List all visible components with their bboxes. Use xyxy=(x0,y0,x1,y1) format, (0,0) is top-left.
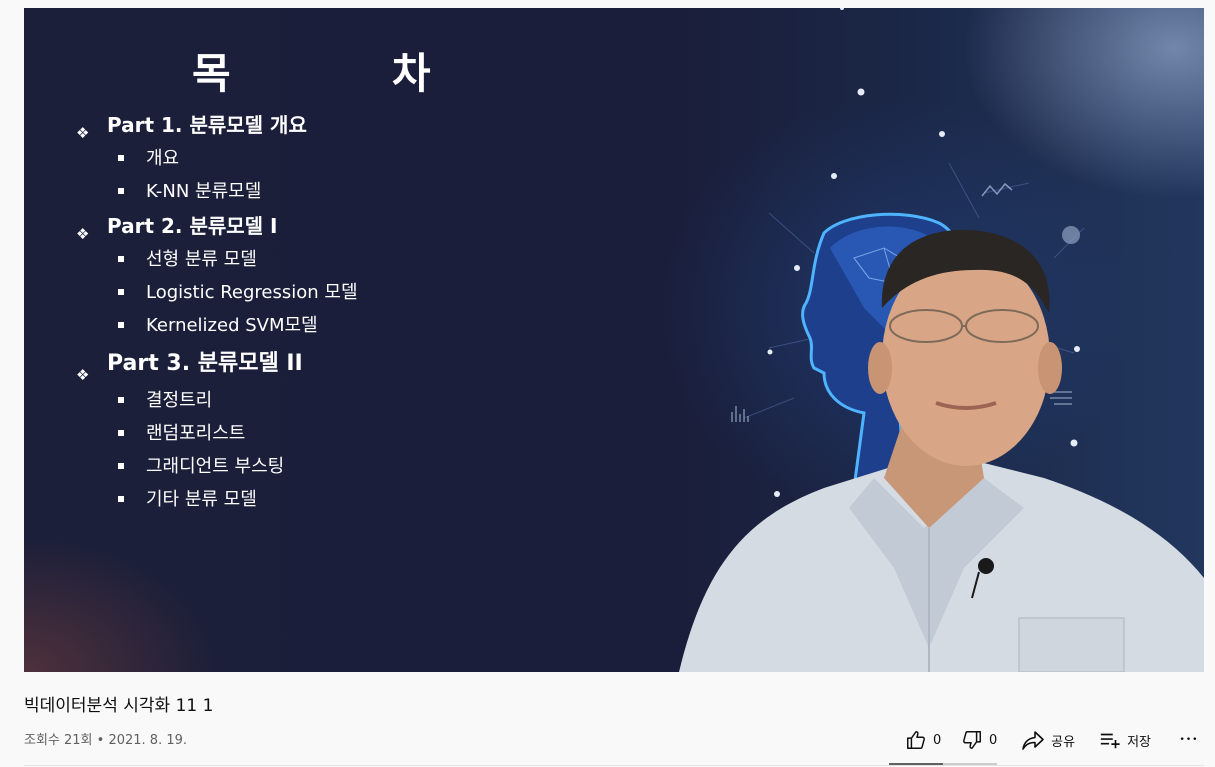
toc-item: 그래디언트 부스팅 xyxy=(76,450,358,483)
presenter xyxy=(679,229,1204,672)
playlist-add-icon xyxy=(1100,733,1120,749)
toc-item: 랜덤포리스트 xyxy=(76,417,358,450)
toc-part-label: Part 2. 분류모델 I xyxy=(107,214,278,238)
share-button[interactable]: 공유 xyxy=(1021,722,1075,758)
video-player[interactable]: 목 차 ❖ Part 1. 분류모델 개요 개요 K-NN 분류모델 ❖ Par… xyxy=(24,8,1204,672)
square-bullet-icon xyxy=(118,430,124,436)
toc-item: K-NN 분류모델 xyxy=(76,175,358,208)
toc-item: 선형 분류 모델 xyxy=(76,243,358,276)
toc-item: Logistic Regression 모델 xyxy=(76,276,358,309)
save-label: 저장 xyxy=(1127,734,1151,750)
save-to-playlist-button[interactable]: 저장 xyxy=(1099,722,1151,758)
toc-item-label: 랜덤포리스트 xyxy=(146,423,246,444)
toc-item-label: 개요 xyxy=(146,148,180,169)
share-label: 공유 xyxy=(1051,734,1076,750)
like-button[interactable]: 0 xyxy=(899,722,947,758)
toc-item-label: Kernelized SVM모델 xyxy=(146,315,318,336)
list-icon xyxy=(1050,391,1072,405)
square-bullet-icon xyxy=(118,155,124,161)
toc-part-2: ❖ Part 2. 분류모델 I xyxy=(76,210,358,243)
toc-item-label: 기타 분류 모델 xyxy=(146,489,257,510)
square-bullet-icon xyxy=(118,256,124,262)
video-actions: 0 0 공유 저장 ••• xyxy=(899,722,1201,758)
thumbs-up-icon xyxy=(907,731,925,749)
more-actions-button[interactable]: ••• xyxy=(1177,722,1201,758)
section-divider xyxy=(24,765,1204,766)
dislike-count: 0 xyxy=(989,732,998,748)
more-dots-icon: ••• xyxy=(1179,735,1199,745)
square-bullet-icon xyxy=(118,289,124,295)
toc-item-label: 결정트리 xyxy=(146,390,213,411)
watch-page: 목 차 ❖ Part 1. 분류모델 개요 개요 K-NN 분류모델 ❖ Par… xyxy=(0,0,1215,767)
toc-item-label: K-NN 분류모델 xyxy=(146,181,262,202)
dislike-button[interactable]: 0 xyxy=(955,722,1003,758)
like-count: 0 xyxy=(933,732,942,748)
toc-item: 개요 xyxy=(76,142,358,175)
square-bullet-icon xyxy=(118,496,124,502)
video-view-count-and-date: 조회수 21회 • 2021. 8. 19. xyxy=(24,733,188,748)
toc-item: 기타 분류 모델 xyxy=(76,483,358,516)
toc-part-label: Part 1. 분류모델 개요 xyxy=(107,113,307,137)
share-arrow-icon xyxy=(1022,731,1044,750)
pie-chart-icon xyxy=(1062,226,1080,244)
toc-item: Kernelized SVM모델 xyxy=(76,309,358,342)
toc-item-label: Logistic Regression 모델 xyxy=(146,282,358,303)
bar-chart-icon xyxy=(731,406,749,422)
toc-part-3: ❖ Part 3. 분류모델 II xyxy=(76,344,358,384)
slide-title: 목 차 xyxy=(192,49,475,98)
slide-table-of-contents: ❖ Part 1. 분류모델 개요 개요 K-NN 분류모델 ❖ Part 2.… xyxy=(76,108,358,516)
toc-part-1: ❖ Part 1. 분류모델 개요 xyxy=(76,108,358,142)
toc-item-label: 그래디언트 부스팅 xyxy=(146,456,285,477)
thumbs-down-icon xyxy=(963,731,981,749)
square-bullet-icon xyxy=(118,188,124,194)
toc-part-label: Part 3. 분류모델 II xyxy=(107,351,303,376)
toc-item: 결정트리 xyxy=(76,384,358,417)
square-bullet-icon xyxy=(118,397,124,403)
video-title: 빅데이터분석 시각화 11 1 xyxy=(24,696,214,716)
square-bullet-icon xyxy=(118,463,124,469)
toc-item-label: 선형 분류 모델 xyxy=(146,249,257,270)
square-bullet-icon xyxy=(118,322,124,328)
